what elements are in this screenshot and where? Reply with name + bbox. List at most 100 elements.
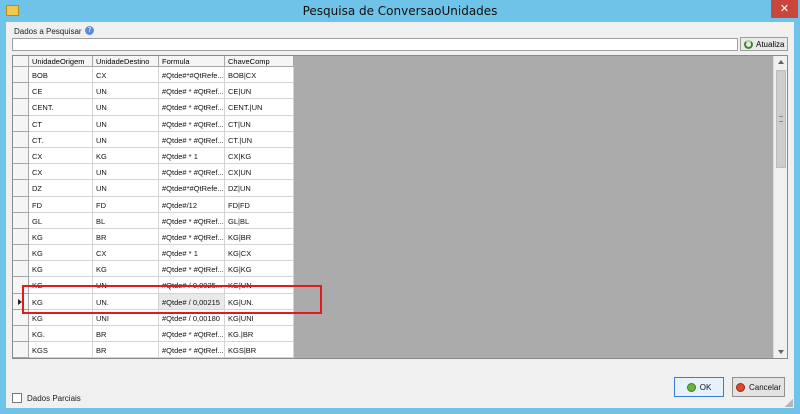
cell-formula[interactable]: #Qtde# * #QtRef...	[159, 99, 225, 116]
cell-unidade-origem[interactable]: GL	[29, 212, 93, 229]
cell-formula[interactable]: #Qtde# * #QtRef...	[159, 212, 225, 229]
table-row[interactable]: CENT. UN #Qtde# * #QtRef... CENT.|UN	[13, 99, 294, 116]
cell-unidade-origem[interactable]: KM	[29, 358, 93, 359]
cell-chave-comp[interactable]: CX|UN	[225, 164, 294, 181]
cell-chave-comp[interactable]: DZ|UN	[225, 180, 294, 197]
cell-unidade-destino[interactable]: BR	[93, 326, 159, 343]
cell-unidade-origem[interactable]: CX	[29, 164, 93, 181]
table-row[interactable]: DZ UN #Qtde#*#QtRefe... DZ|UN	[13, 180, 294, 197]
table-row[interactable]: KGS BR #Qtde# * #QtRef... KGS|BR	[13, 342, 294, 358]
column-header-chave-comp[interactable]: ChaveComp	[225, 56, 294, 67]
cell-unidade-destino[interactable]: BR	[93, 342, 159, 358]
cell-unidade-destino[interactable]: KG	[93, 147, 159, 165]
cell-unidade-destino[interactable]: CX	[93, 67, 159, 84]
cell-chave-comp[interactable]: KG|KG	[225, 261, 294, 278]
cell-chave-comp[interactable]: CE|UN	[225, 83, 294, 100]
cell-unidade-destino[interactable]: CX	[93, 245, 159, 262]
table-row[interactable]: KG. BR #Qtde# * #QtRef... KG.|BR	[13, 326, 294, 343]
cell-unidade-origem[interactable]: BOB	[29, 67, 93, 84]
cell-formula[interactable]: #Qtde# * 1	[159, 147, 225, 165]
cell-unidade-origem[interactable]: KG	[29, 261, 93, 278]
cell-formula[interactable]: #Qtde# * #QtRef...	[159, 342, 225, 358]
cancel-button[interactable]: Cancelar	[732, 377, 785, 397]
scroll-up-arrow-icon[interactable]	[778, 60, 784, 64]
column-header-unidade-destino[interactable]: UnidadeDestino	[93, 56, 159, 67]
cell-unidade-origem[interactable]: KG.	[29, 326, 93, 343]
cell-formula[interactable]: #Qtde# * #QtRef...	[159, 83, 225, 100]
row-header[interactable]	[13, 67, 29, 84]
cell-chave-comp[interactable]: KG.|BR	[225, 326, 294, 343]
row-header[interactable]	[13, 261, 29, 278]
table-row[interactable]: CE UN #Qtde# * #QtRef... CE|UN	[13, 83, 294, 100]
resize-grip-icon[interactable]	[785, 399, 793, 407]
row-header[interactable]	[13, 180, 29, 197]
cell-chave-comp[interactable]: GL|BL	[225, 212, 294, 229]
row-header[interactable]	[13, 164, 29, 181]
cell-chave-comp[interactable]: KG|BR	[225, 228, 294, 246]
cell-unidade-origem[interactable]: KG	[29, 245, 93, 262]
cell-chave-comp[interactable]: CT.|UN	[225, 131, 294, 148]
cell-formula[interactable]: #Qtde#*#QtRefe...	[159, 67, 225, 84]
search-input[interactable]	[12, 38, 738, 51]
row-header[interactable]	[13, 342, 29, 358]
cell-unidade-origem[interactable]: DZ	[29, 180, 93, 197]
row-header[interactable]	[13, 212, 29, 229]
cell-formula[interactable]: #Qtde# * #QtRef...	[159, 115, 225, 132]
cell-formula[interactable]: #Qtde# * #QtRef...	[159, 131, 225, 148]
cell-formula[interactable]: #Qtde# * #QtRef...	[159, 358, 225, 359]
cell-unidade-destino[interactable]: UN	[93, 164, 159, 181]
cell-unidade-origem[interactable]: CENT.	[29, 99, 93, 116]
cell-unidade-destino[interactable]: BL	[93, 212, 159, 229]
partial-data-option[interactable]: Dados Parciais	[12, 393, 81, 403]
refresh-button[interactable]: Atualiza	[740, 37, 788, 51]
table-row[interactable]: KG KG #Qtde# * #QtRef... KG|KG	[13, 261, 294, 278]
close-button[interactable]: ✕	[771, 0, 798, 18]
row-header[interactable]	[13, 326, 29, 343]
cell-formula[interactable]: #Qtde#*#QtRefe...	[159, 180, 225, 197]
table-row[interactable]: CX KG #Qtde# * 1 CX|KG	[13, 147, 294, 165]
cell-unidade-destino[interactable]: UN	[93, 99, 159, 116]
cell-formula[interactable]: #Qtde# * #QtRef...	[159, 164, 225, 181]
cell-unidade-destino[interactable]: UN	[93, 115, 159, 132]
cell-unidade-destino[interactable]: UN	[93, 180, 159, 197]
partial-data-checkbox[interactable]	[12, 393, 22, 403]
ok-button[interactable]: OK	[674, 377, 724, 397]
cell-formula[interactable]: #Qtde# * #QtRef...	[159, 228, 225, 246]
cell-unidade-origem[interactable]: CT.	[29, 131, 93, 148]
help-icon[interactable]: ?	[85, 26, 94, 35]
cell-formula[interactable]: #Qtde# * #QtRef...	[159, 326, 225, 343]
table-row[interactable]: FD FD #Qtde#/12 FD|FD	[13, 196, 294, 213]
table-row[interactable]: BOB CX #Qtde#*#QtRefe... BOB|CX	[13, 67, 294, 84]
cell-chave-comp[interactable]: FD|FD	[225, 196, 294, 213]
table-row[interactable]: GL BL #Qtde# * #QtRef... GL|BL	[13, 212, 294, 229]
cell-unidade-destino[interactable]: KG	[93, 261, 159, 278]
cell-unidade-destino[interactable]: KG	[93, 358, 159, 359]
cell-unidade-destino[interactable]: UN	[93, 83, 159, 100]
header-corner[interactable]	[13, 56, 29, 67]
cell-chave-comp[interactable]: BOB|CX	[225, 67, 294, 84]
cell-unidade-origem[interactable]: FD	[29, 196, 93, 213]
row-header[interactable]	[13, 83, 29, 100]
vertical-scrollbar[interactable]	[773, 56, 787, 358]
table-row[interactable]: KG BR #Qtde# * #QtRef... KG|BR	[13, 228, 294, 246]
cell-chave-comp[interactable]: CENT.|UN	[225, 99, 294, 116]
scroll-down-arrow-icon[interactable]	[778, 350, 784, 354]
table-row[interactable]: CT UN #Qtde# * #QtRef... CT|UN	[13, 115, 294, 132]
cell-unidade-origem[interactable]: CT	[29, 115, 93, 132]
table-row[interactable]: CX UN #Qtde# * #QtRef... CX|UN	[13, 164, 294, 181]
cell-unidade-destino[interactable]: UN	[93, 131, 159, 148]
cell-formula[interactable]: #Qtde# * 1	[159, 245, 225, 262]
row-header[interactable]	[13, 131, 29, 148]
row-header[interactable]	[13, 115, 29, 132]
row-header[interactable]	[13, 99, 29, 116]
cell-unidade-destino[interactable]: BR	[93, 228, 159, 246]
cell-chave-comp[interactable]: CX|KG	[225, 147, 294, 165]
table-row[interactable]: KG CX #Qtde# * 1 KG|CX	[13, 245, 294, 262]
row-header[interactable]	[13, 358, 29, 359]
scroll-thumb[interactable]	[776, 70, 786, 168]
cell-unidade-origem[interactable]: KGS	[29, 342, 93, 358]
row-header[interactable]	[13, 196, 29, 213]
cell-formula[interactable]: #Qtde# * #QtRef...	[159, 261, 225, 278]
cell-unidade-destino[interactable]: FD	[93, 196, 159, 213]
table-row[interactable]: CT. UN #Qtde# * #QtRef... CT.|UN	[13, 131, 294, 148]
